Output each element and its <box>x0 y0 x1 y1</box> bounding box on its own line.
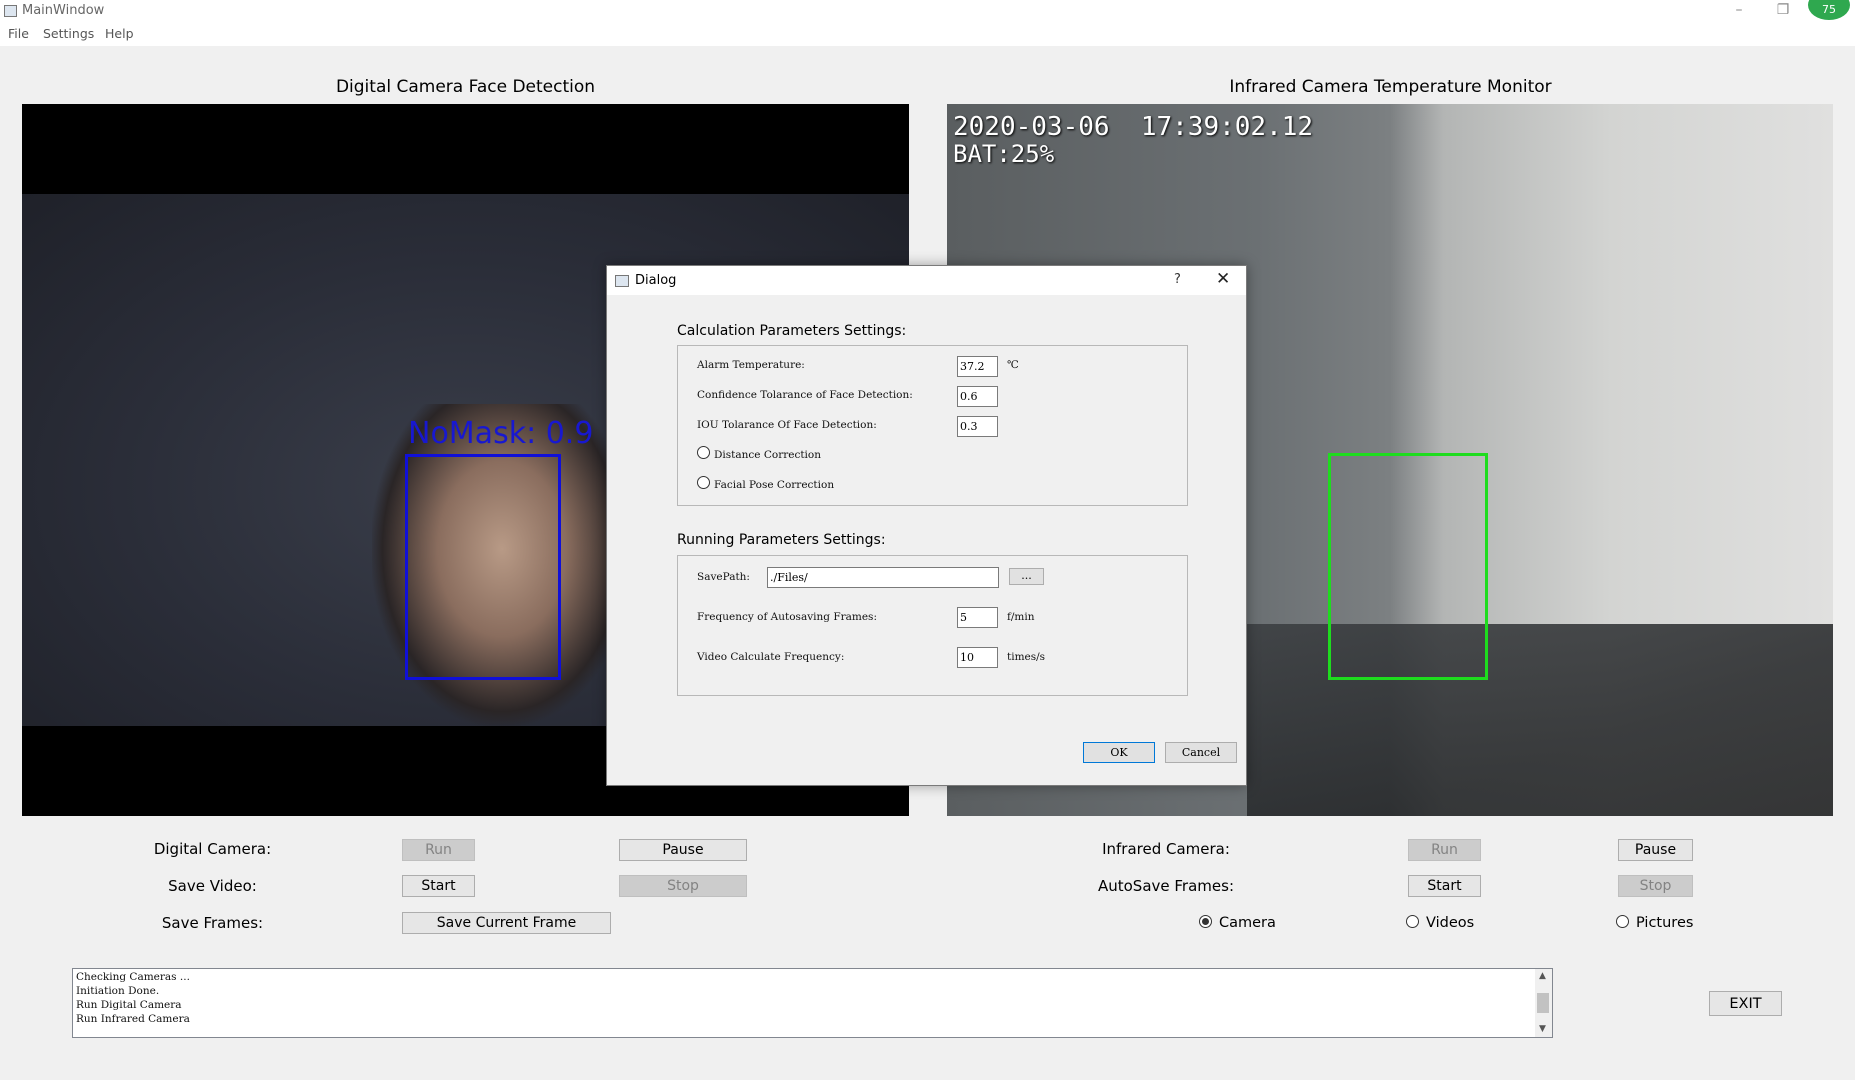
detection-label: NoMask: 0.9 <box>408 416 594 451</box>
save-frames-label: Save Frames: <box>161 914 264 932</box>
source-pictures-radio[interactable]: Pictures <box>1616 915 1693 931</box>
menu-help[interactable]: Help <box>105 26 134 41</box>
iou-input[interactable]: 0.3 <box>957 416 998 437</box>
log-line: Run Digital Camera <box>76 999 182 1011</box>
autosave-freq-input[interactable]: 5 <box>957 607 998 628</box>
radio-label: Pictures <box>1636 915 1694 931</box>
minimize-button[interactable]: – <box>1719 0 1759 22</box>
video-freq-label: Video Calculate Frequency: <box>697 651 845 663</box>
radio-indicator <box>1616 915 1629 928</box>
save-video-start-button[interactable]: Start <box>402 875 475 897</box>
log-console[interactable]: Checking Cameras ... Initiation Done. Ru… <box>72 968 1553 1038</box>
radio-label: Facial Pose Correction <box>714 479 835 491</box>
radio-label: Camera <box>1219 915 1276 931</box>
infrared-camera-label: Infrared Camera: <box>1102 840 1230 858</box>
digital-panel-title: Digital Camera Face Detection <box>335 77 596 97</box>
savepath-input[interactable]: ./Files/ <box>767 567 999 588</box>
dialog-title-bar: Dialog ? ✕ <box>607 266 1246 295</box>
dialog-title: Dialog <box>635 273 677 288</box>
face-bounding-box <box>405 454 561 680</box>
close-icon[interactable]: ✕ <box>1216 269 1230 289</box>
radio-indicator <box>697 446 710 459</box>
alarm-temp-unit: ℃ <box>1007 359 1019 371</box>
menu-bar: File Settings Help <box>0 22 1855 46</box>
autosave-freq-unit: f/min <box>1007 611 1035 623</box>
app-icon <box>4 5 17 17</box>
log-line: Checking Cameras ... <box>76 971 190 983</box>
browse-button[interactable]: ... <box>1009 568 1044 585</box>
ir-timestamp: 2020-03-06 17:39:02.12 <box>953 112 1314 142</box>
video-freq-unit: times/s <box>1007 651 1046 663</box>
help-button[interactable]: ? <box>1174 272 1181 287</box>
confidence-label: Confidence Tolarance of Face Detection: <box>697 389 913 401</box>
save-video-stop-button[interactable]: Stop <box>619 875 747 897</box>
alarm-temp-input[interactable]: 37.2 <box>957 356 998 377</box>
title-bar: MainWindow – ❐ 75 <box>0 0 1855 22</box>
autosave-frames-label: AutoSave Frames: <box>1097 877 1235 895</box>
log-line: Initiation Done. <box>76 985 160 997</box>
dialog-icon <box>615 275 629 287</box>
scroll-up-icon[interactable]: ▲ <box>1539 971 1546 981</box>
scroll-down-icon[interactable]: ▼ <box>1539 1024 1546 1034</box>
menu-settings[interactable]: Settings <box>43 26 94 41</box>
infrared-run-button[interactable]: Run <box>1408 839 1481 861</box>
alarm-temp-label: Alarm Temperature: <box>697 359 805 371</box>
infrared-pause-button[interactable]: Pause <box>1618 839 1693 861</box>
digital-pause-button[interactable]: Pause <box>619 839 747 861</box>
iou-label: IOU Tolarance Of Face Detection: <box>697 419 877 431</box>
restore-button[interactable]: ❐ <box>1763 0 1803 22</box>
autosave-freq-label: Frequency of Autosaving Frames: <box>697 611 877 623</box>
save-current-frame-button[interactable]: Save Current Frame <box>402 912 611 934</box>
savepath-label: SavePath: <box>697 571 750 583</box>
radio-indicator <box>1199 915 1212 928</box>
radio-indicator <box>1406 915 1419 928</box>
digital-run-button[interactable]: Run <box>402 839 475 861</box>
status-badge: 75 <box>1806 0 1852 22</box>
exit-button[interactable]: EXIT <box>1709 991 1782 1016</box>
pose-correction-radio[interactable]: Facial Pose Correction <box>697 476 834 491</box>
video-freq-input[interactable]: 10 <box>957 647 998 668</box>
infrared-panel-title: Infrared Camera Temperature Monitor <box>1229 77 1552 97</box>
log-line: Run Infrared Camera <box>76 1013 190 1025</box>
autosave-stop-button[interactable]: Stop <box>1618 875 1693 897</box>
menu-file[interactable]: File <box>8 26 29 41</box>
badge-count: 75 <box>1822 3 1836 16</box>
calc-group-title: Calculation Parameters Settings: <box>677 323 907 339</box>
digital-camera-label: Digital Camera: <box>153 840 272 858</box>
ok-button[interactable]: OK <box>1083 742 1155 763</box>
confidence-input[interactable]: 0.6 <box>957 386 998 407</box>
log-lines: Checking Cameras ... Initiation Done. Ru… <box>76 970 190 1026</box>
settings-dialog: Dialog ? ✕ Calculation Parameters Settin… <box>606 265 1247 786</box>
ir-battery: BAT:25% <box>953 140 1055 168</box>
radio-label: Videos <box>1426 915 1475 931</box>
radio-indicator <box>697 476 710 489</box>
autosave-start-button[interactable]: Start <box>1408 875 1481 897</box>
ir-bounding-box <box>1328 453 1488 680</box>
radio-label: Distance Correction <box>714 449 821 461</box>
cancel-button[interactable]: Cancel <box>1165 742 1237 763</box>
window-title: MainWindow <box>22 3 105 18</box>
source-camera-radio[interactable]: Camera <box>1199 915 1276 931</box>
scroll-thumb[interactable] <box>1537 993 1549 1013</box>
distance-correction-radio[interactable]: Distance Correction <box>697 446 821 461</box>
log-scrollbar[interactable]: ▲ ▼ <box>1535 969 1552 1037</box>
run-group-title: Running Parameters Settings: <box>677 532 886 548</box>
save-video-label: Save Video: <box>168 877 257 895</box>
source-videos-radio[interactable]: Videos <box>1406 915 1474 931</box>
